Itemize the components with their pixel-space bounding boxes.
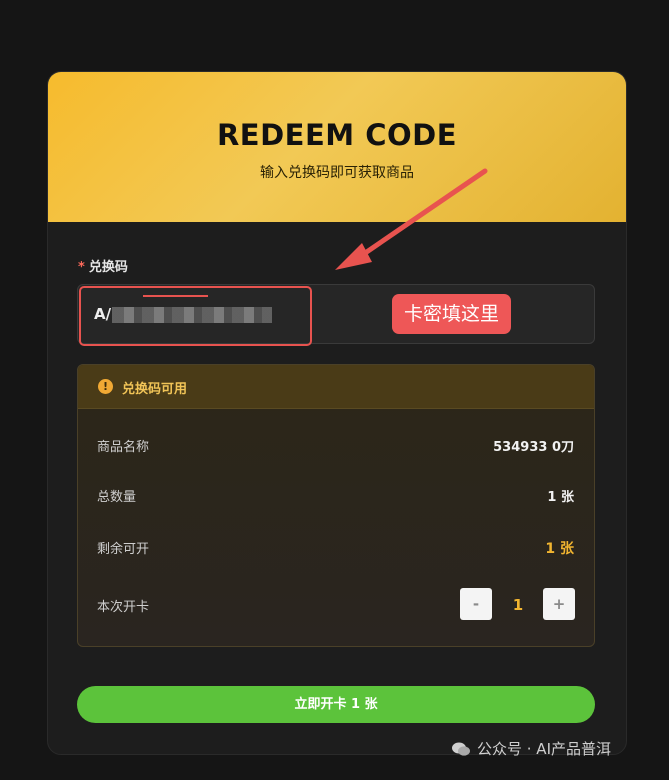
- watermark-text: 公众号 · AI产品普洱: [477, 740, 611, 758]
- wechat-icon: [452, 742, 470, 756]
- page: REDEEM CODE 输入兑换码即可获取商品 * 兑换码 A/ 卡密填这里 ! …: [0, 0, 669, 780]
- watermark: 公众号 · AI产品普洱: [452, 738, 611, 759]
- annotation-arrow-icon: [335, 168, 488, 270]
